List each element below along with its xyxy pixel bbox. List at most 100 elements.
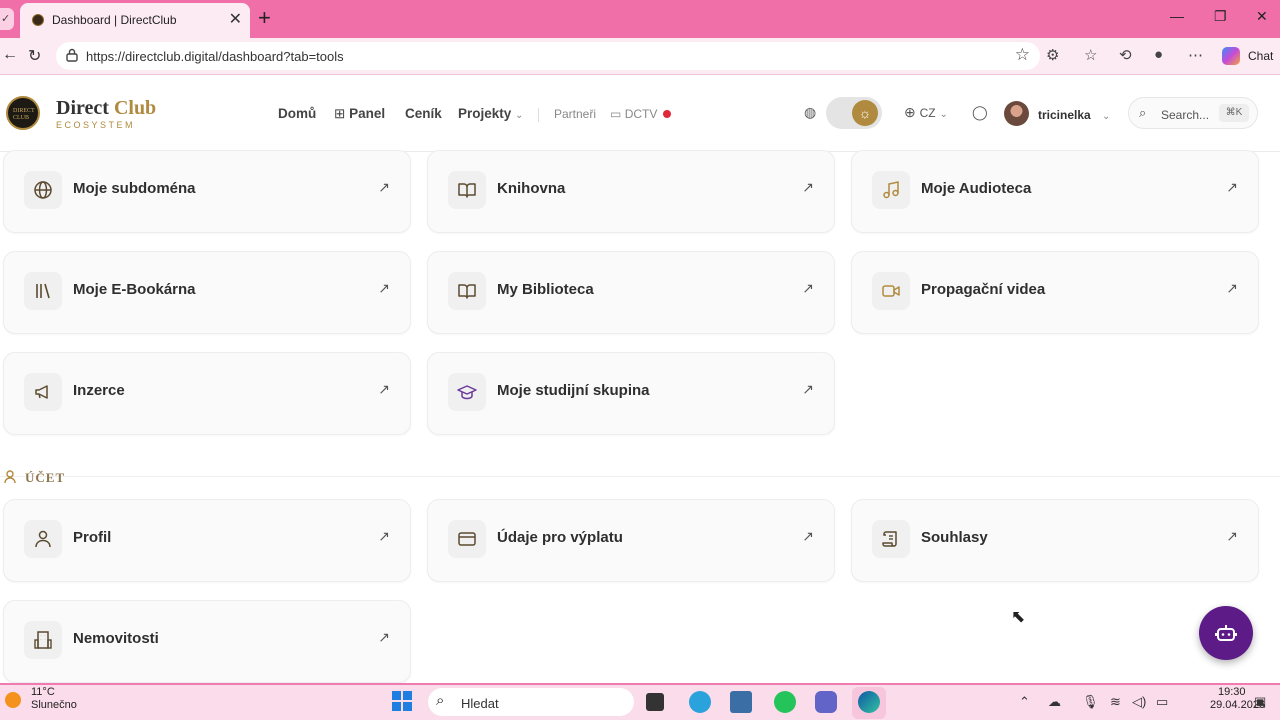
tool-card-biblioteca[interactable]: My Biblioteca ↗ (427, 251, 835, 334)
profile-icon[interactable]: ● (1154, 46, 1163, 63)
chevron-down-icon: ⌄ (1102, 111, 1111, 122)
section-divider (0, 476, 1280, 477)
edge-icon[interactable] (858, 691, 880, 713)
tab-close-icon[interactable]: ✕ (229, 10, 242, 30)
app-icon[interactable] (730, 691, 752, 713)
nav-home[interactable]: Domů (278, 106, 316, 121)
logo-text[interactable]: Direct Club (56, 97, 156, 120)
card-label: My Biblioteca (497, 281, 594, 298)
arrow-up-right-icon: ↗ (378, 528, 390, 544)
bot-icon (1215, 625, 1237, 641)
palette-icon[interactable]: ◍ (804, 104, 816, 121)
tool-card-study-group[interactable]: Moje studijní skupina ↗ (427, 352, 835, 435)
lock-icon (66, 48, 78, 62)
address-bar: ← ↻ https://directclub.digital/dashboard… (0, 38, 1280, 75)
tool-card-ads[interactable]: Inzerce ↗ (3, 352, 411, 435)
nav-divider (538, 108, 539, 122)
whatsapp-icon[interactable] (774, 691, 796, 713)
new-tab-button[interactable]: + (258, 6, 271, 30)
site-search-input[interactable]: ⌕ Search... ⌘K (1128, 97, 1258, 129)
chevron-down-icon: ⌄ (515, 110, 524, 121)
extensions-icon[interactable]: ⚙ (1046, 46, 1059, 64)
volume-icon[interactable]: ◁) (1132, 694, 1146, 710)
account-card-real-estate[interactable]: Nemovitosti ↗ (3, 600, 411, 683)
telegram-icon[interactable] (689, 691, 711, 713)
restore-button[interactable]: ❐ (1214, 8, 1227, 25)
account-card-profile[interactable]: Profil ↗ (3, 499, 411, 582)
arrow-up-right-icon: ↗ (378, 381, 390, 397)
teams-icon[interactable] (815, 691, 837, 713)
battery-icon[interactable]: ▭ (1156, 694, 1168, 710)
account-card-consents[interactable]: Souhlasy ↗ (851, 499, 1259, 582)
nav-dctv[interactable]: ▭ DCTV (610, 107, 657, 121)
notification-icon[interactable]: ▣ (1254, 694, 1266, 710)
taskbar-search-label: Hledat (461, 696, 499, 711)
arrow-up-right-icon: ↗ (802, 280, 814, 296)
grid-icon: ⊞ (334, 106, 346, 121)
tool-card-subdomain[interactable]: Moje subdoména ↗ (3, 150, 411, 233)
book-open-icon (448, 272, 486, 310)
tool-card-library[interactable]: Knihovna ↗ (427, 150, 835, 233)
assistant-bot-button[interactable] (1199, 606, 1253, 660)
card-label: Moje subdoména (73, 180, 196, 197)
chevron-up-icon[interactable]: ⌃ (1019, 694, 1030, 710)
wifi-icon[interactable]: ≋ (1110, 694, 1121, 710)
microphone-icon[interactable]: 🎙 (1082, 694, 1099, 710)
card-label: Knihovna (497, 180, 566, 197)
nav-panel[interactable]: ⊞ Panel (334, 106, 385, 122)
language-selector[interactable]: ⊕ CZ ⌄ (904, 104, 948, 121)
reload-icon[interactable]: ↻ (28, 46, 41, 66)
more-menu-icon[interactable]: ⋯ (1188, 46, 1203, 64)
taskbar-search[interactable]: ⌕ Hledat (428, 688, 634, 716)
card-label: Moje Audioteca (921, 180, 1032, 197)
arrow-up-right-icon: ↗ (378, 280, 390, 296)
favorite-star-icon[interactable]: ☆ (1015, 45, 1030, 65)
clock-time: 19:30 (1218, 686, 1246, 698)
card-label: Profil (73, 529, 112, 546)
nav-partners[interactable]: Partneři (554, 107, 596, 121)
minimize-button[interactable]: — (1170, 8, 1184, 24)
chat-bubble-icon[interactable]: ◯ (972, 104, 988, 121)
tool-card-ebookarna[interactable]: Moje E-Bookárna ↗ (3, 251, 411, 334)
theme-toggle[interactable]: ☼ (826, 97, 882, 129)
nav-projects[interactable]: Projekty ⌄ (458, 106, 523, 121)
arrow-up-right-icon: ↗ (378, 179, 390, 195)
search-icon: ⌕ (1139, 105, 1147, 120)
nav-pricing[interactable]: Ceník (405, 106, 442, 121)
arrow-up-right-icon: ↗ (1226, 280, 1238, 296)
url-field[interactable]: https://directclub.digital/dashboard?tab… (56, 42, 1040, 70)
browser-tab-active[interactable]: Dashboard | DirectClub ✕ (20, 3, 250, 38)
user-menu[interactable]: tricinelka ⌄ (1038, 108, 1110, 122)
avatar[interactable] (1004, 101, 1029, 126)
weather-condition: Slunečno (31, 699, 77, 711)
browser-tab-bar: ✓ Dashboard | DirectClub ✕ + — ❐ ✕ (0, 0, 1280, 38)
onedrive-icon[interactable]: ☁ (1048, 694, 1061, 710)
history-icon[interactable]: ⟲ (1119, 46, 1132, 64)
tab-actions-button[interactable]: ✓ (0, 8, 14, 30)
globe-icon (24, 171, 62, 209)
video-icon (872, 272, 910, 310)
copilot-icon[interactable] (1222, 47, 1240, 65)
account-card-payout[interactable]: Údaje pro výplatu ↗ (427, 499, 835, 582)
tool-card-videos[interactable]: Propagační videa ↗ (851, 251, 1259, 334)
back-icon[interactable]: ← (2, 46, 18, 64)
chat-button[interactable]: Chat (1248, 49, 1273, 63)
window-close-button[interactable]: ✕ (1256, 8, 1268, 25)
megaphone-icon (24, 373, 62, 411)
card-label: Propagační videa (921, 281, 1046, 298)
scroll-icon (872, 520, 910, 558)
site-header: DIRECT CLUB Direct Club ECOSYSTEM Domů ⊞… (0, 75, 1280, 152)
book-open-icon (448, 171, 486, 209)
windows-taskbar: 11°C Slunečno ⌕ Hledat ⌃ ☁ 🎙 ≋ ◁) ▭ 19:3… (0, 683, 1280, 720)
chevron-down-icon: ⌄ (939, 109, 948, 120)
tv-icon: ▭ (610, 107, 622, 121)
sun-weather-icon[interactable] (5, 692, 21, 708)
logo-badge[interactable]: DIRECT CLUB (6, 96, 40, 130)
tool-card-audioteca[interactable]: Moje Audioteca ↗ (851, 150, 1259, 233)
tab-title: Dashboard | DirectClub (52, 13, 177, 27)
live-indicator-dot (663, 110, 671, 118)
favorites-icon[interactable]: ☆ (1084, 46, 1097, 64)
task-view-icon[interactable] (646, 693, 664, 711)
url-text: https://directclub.digital/dashboard?tab… (86, 49, 344, 64)
windows-start-icon[interactable] (392, 691, 412, 711)
